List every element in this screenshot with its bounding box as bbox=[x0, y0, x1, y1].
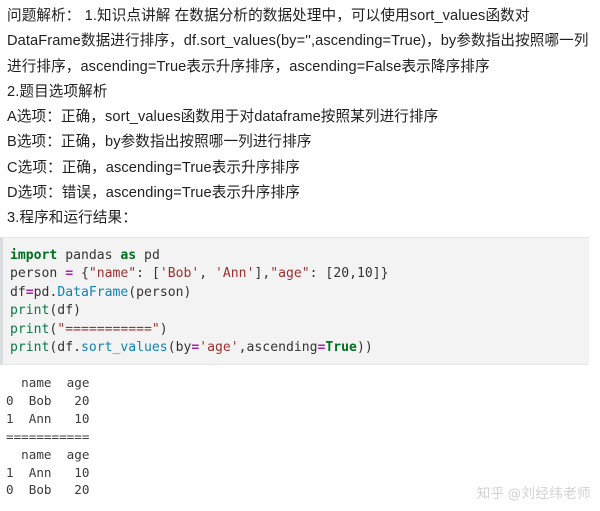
output-line: 1 Ann 10 bbox=[6, 464, 90, 480]
code-token: print bbox=[10, 340, 50, 356]
program-output: name age 0 Bob 20 1 Ann 10 =========== name… bbox=[0, 370, 300, 499]
code-token: 'Bob' bbox=[159, 266, 200, 282]
output-line: 0 Bob 20 bbox=[6, 392, 90, 408]
section-2-heading: 2.题目选项解析 bbox=[7, 83, 108, 100]
code-token: { bbox=[73, 266, 89, 282]
code-token: (df) bbox=[49, 303, 81, 319]
code-token: as bbox=[120, 248, 137, 263]
code-token: pd bbox=[136, 248, 160, 263]
code-token: 'age' bbox=[199, 340, 239, 356]
code-token: "age" bbox=[270, 266, 310, 282]
option-d-analysis: D选项：错误，ascending=True表示升序排序 bbox=[7, 185, 300, 202]
code-token: 20 bbox=[333, 266, 350, 282]
code-line: person = {"name": ['Bob', 'Ann'],"age": … bbox=[10, 265, 589, 283]
code-token: : [ bbox=[136, 266, 160, 282]
zhihu-logo-text: 知乎 bbox=[476, 486, 505, 502]
code-token: (by bbox=[167, 340, 192, 356]
code-token: True bbox=[325, 340, 357, 356]
code-token: 'Ann' bbox=[215, 266, 255, 282]
code-block[interactable]: import pandas as pd person = {"name": ['B… bbox=[0, 237, 589, 365]
code-token: pd. bbox=[33, 284, 58, 300]
option-c-analysis: C选项：正确，ascending=True表示升序排序 bbox=[7, 159, 300, 176]
code-token: = bbox=[25, 284, 34, 300]
code-line: print("===========") bbox=[10, 321, 589, 339]
code-line: print(df) bbox=[10, 302, 589, 320]
section-3-heading: 3.程序和运行结果： bbox=[7, 210, 137, 227]
output-line: name age bbox=[6, 375, 90, 390]
code-token: "name" bbox=[88, 266, 137, 282]
code-token: 10 bbox=[356, 266, 373, 282]
code-token: (df. bbox=[49, 340, 81, 356]
code-token: df bbox=[10, 284, 26, 300]
code-token: , bbox=[199, 266, 216, 282]
code-token: DataFrame bbox=[57, 284, 129, 300]
code-token: = bbox=[65, 266, 74, 282]
code-token: "===========" bbox=[57, 321, 160, 337]
code-token: ) bbox=[159, 321, 168, 337]
output-line: 0 Bob 20 bbox=[6, 482, 90, 498]
code-token: )) bbox=[356, 340, 373, 356]
output-line: 1 Ann 10 bbox=[6, 410, 90, 426]
code-line: df=pd.DataFrame(person) bbox=[10, 284, 589, 302]
code-token: , bbox=[349, 266, 357, 282]
code-token: sort_values bbox=[80, 340, 168, 356]
option-a-analysis: A选项：正确，sort_values函数用于对dataframe按照某列进行排序 bbox=[7, 109, 439, 126]
code-line: import pandas as pd bbox=[10, 247, 589, 265]
code-token: (person) bbox=[128, 284, 192, 300]
code-token: ,ascending bbox=[238, 340, 318, 356]
code-token: ]} bbox=[372, 266, 389, 282]
explanation-section: 问题解析： 1.知识点讲解 在数据分析的数据处理中，可以使用sort_value… bbox=[0, 0, 600, 232]
option-b-analysis: B选项：正确，by参数指出按照哪一列进行排序 bbox=[7, 134, 312, 151]
code-line: print(df.sort_values(by='age',ascending=… bbox=[10, 339, 589, 357]
code-token: : [ bbox=[309, 266, 334, 282]
code-token: pandas bbox=[57, 248, 121, 263]
code-token: print bbox=[10, 321, 50, 337]
code-token: import bbox=[10, 248, 58, 263]
knowledge-point-paragraph: 问题解析： 1.知识点讲解 在数据分析的数据处理中，可以使用sort_value… bbox=[7, 8, 589, 75]
code-token: ], bbox=[254, 266, 271, 282]
watermark: 知乎 @刘经纬老师 bbox=[477, 485, 591, 503]
output-line: =========== bbox=[6, 428, 90, 444]
code-token: print bbox=[10, 303, 50, 319]
code-token: person bbox=[10, 266, 66, 282]
output-line: name age bbox=[6, 446, 90, 462]
watermark-author: @刘经纬老师 bbox=[507, 486, 591, 502]
